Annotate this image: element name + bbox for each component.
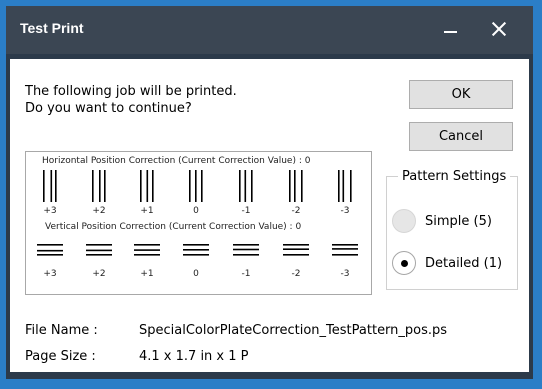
detailed-option[interactable]: Detailed (1) (392, 251, 502, 275)
vertical-bar (43, 170, 45, 202)
vertical-correction-title: Vertical Position Correction (Current Co… (45, 222, 302, 232)
test-print-dialog: Test Print The following job will be pri… (6, 6, 533, 379)
horizontal-offset-label: -3 (340, 206, 350, 216)
simple-radio[interactable] (392, 209, 416, 233)
detailed-label: Detailed (1) (425, 255, 503, 271)
vertical-offset-label: -2 (291, 269, 301, 279)
vertical-offset-label: -3 (340, 269, 350, 279)
pattern-settings-title: Pattern Settings (398, 169, 511, 184)
vertical-bar (140, 170, 142, 202)
horizontal-bar (332, 244, 358, 246)
vertical-offset-label: +2 (92, 269, 106, 279)
vertical-bar (152, 170, 154, 202)
title-bar: Test Print (6, 6, 533, 54)
horizontal-pattern (37, 170, 358, 256)
horizontal-bar (134, 249, 160, 251)
horizontal-bar (283, 248, 309, 250)
file-name-value: SpecialColorPlateCorrection_TestPattern_… (139, 323, 448, 338)
horizontal-bar (86, 244, 112, 246)
vertical-offset-label: -1 (241, 269, 251, 279)
page-size-value: 4.1 x 1.7 in x 1 P (139, 349, 249, 364)
vertical-bar (301, 170, 303, 202)
vertical-bar (244, 170, 247, 202)
vertical-bar (195, 170, 197, 202)
vertical-bar (50, 170, 53, 202)
minimize-icon[interactable] (436, 14, 466, 44)
horizontal-bar (233, 254, 259, 256)
horizontal-offset-label: +2 (92, 206, 106, 216)
horizontal-bar (86, 249, 112, 252)
vertical-offset-label: 0 (193, 269, 199, 279)
vertical-bar (338, 170, 340, 202)
horizontal-bar (233, 244, 259, 246)
horizontal-offset-label: +1 (140, 206, 154, 216)
horizontal-bar (283, 244, 309, 246)
vertical-bar (92, 170, 94, 202)
horizontal-bar (233, 248, 259, 251)
ok-button[interactable]: OK (409, 80, 513, 109)
vertical-bar (342, 170, 345, 202)
horizontal-bar (283, 254, 309, 256)
horizontal-bar (332, 248, 358, 250)
detailed-radio[interactable] (392, 251, 416, 275)
vertical-bar (55, 170, 57, 202)
file-name-label: File Name : (25, 323, 98, 338)
vertical-bar (146, 170, 149, 202)
horizontal-bar (134, 244, 160, 246)
dialog-content: The following job will be printed. Do yo… (10, 59, 529, 372)
vertical-bar (251, 170, 253, 202)
vertical-offset-label: +3 (43, 269, 57, 279)
horizontal-offset-label: -2 (291, 206, 301, 216)
horizontal-offset-label: 0 (193, 206, 199, 216)
close-icon[interactable] (484, 14, 514, 44)
horizontal-bar (37, 254, 63, 256)
horizontal-offset-label: -1 (241, 206, 251, 216)
vertical-bar (294, 170, 296, 202)
confirmation-message: The following job will be printed. Do yo… (25, 84, 237, 116)
cancel-button[interactable]: Cancel (409, 122, 513, 151)
horizontal-bar (37, 249, 63, 252)
vertical-bar (99, 170, 101, 202)
vertical-bar (201, 170, 203, 202)
vertical-offset-label: +1 (140, 269, 154, 279)
simple-option[interactable]: Simple (5) (392, 209, 492, 233)
horizontal-bar (37, 244, 63, 246)
horizontal-bar (183, 244, 209, 246)
window-title: Test Print (20, 20, 84, 36)
horizontal-bar (134, 254, 160, 256)
vertical-bar (189, 170, 191, 202)
test-pattern-preview: Horizontal Position Correction (Current … (25, 151, 372, 295)
vertical-bar (289, 170, 291, 202)
horizontal-bar (183, 254, 209, 256)
simple-label: Simple (5) (425, 213, 492, 229)
vertical-bar (104, 170, 106, 202)
page-size-label: Page Size : (25, 349, 96, 364)
horizontal-offset-label: +3 (43, 206, 57, 216)
horizontal-bar (86, 254, 112, 256)
horizontal-bar (332, 254, 358, 256)
horizontal-bar (183, 249, 209, 251)
vertical-bar (239, 170, 241, 202)
vertical-bar (350, 170, 352, 202)
